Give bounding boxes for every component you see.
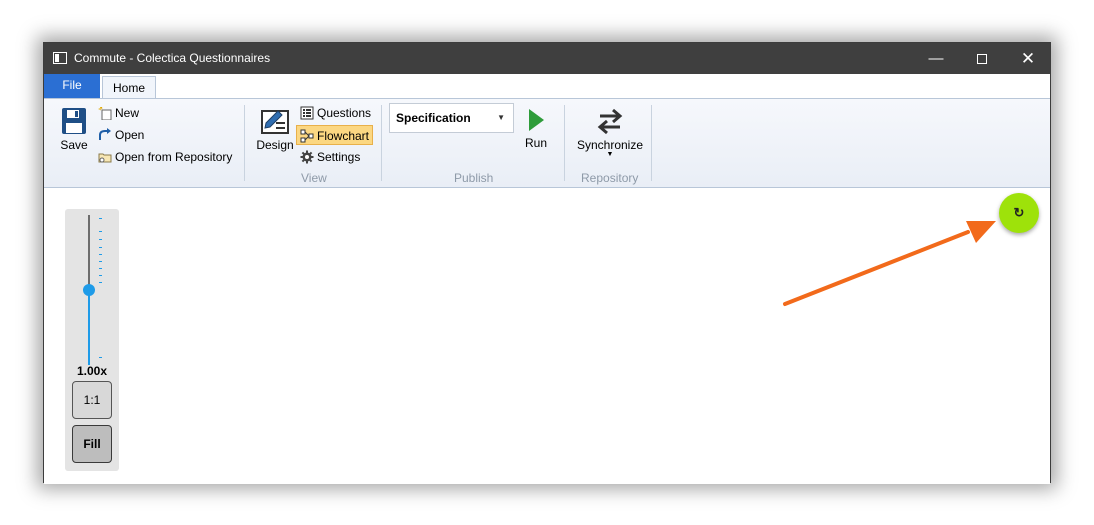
window-title: Commute - Colectica Questionnaires (74, 51, 271, 65)
refresh-button[interactable]: ↻ (999, 193, 1039, 233)
floppy-disk-icon (62, 108, 86, 134)
new-document-icon (98, 107, 112, 120)
refresh-icon: ↻ (1013, 205, 1025, 220)
synchronize-label: Synchronize (576, 138, 644, 152)
chevron-down-icon: ▼ (606, 151, 614, 158)
open-button[interactable]: Open (98, 125, 144, 145)
repository-group-label: Repository (581, 171, 639, 185)
zoom-tick (99, 218, 102, 219)
close-button[interactable]: ✕ (1005, 43, 1051, 74)
tab-home[interactable]: Home (102, 76, 156, 99)
zoom-tick (99, 282, 102, 283)
sync-arrows-icon (597, 108, 623, 135)
publish-format-value: Specification (396, 111, 471, 125)
zoom-tick (99, 254, 102, 255)
gear-icon (300, 150, 314, 164)
flowchart-canvas[interactable]: 1.00x 1:1 Fill ↻ (44, 189, 1050, 484)
zoom-tick (99, 357, 102, 358)
repository-folder-icon (98, 153, 112, 163)
open-arrow-icon (99, 128, 111, 140)
publish-group-label: Publish (454, 171, 494, 185)
group-separator (651, 105, 652, 181)
open-from-repository-button[interactable]: Open from Repository (98, 147, 232, 167)
play-icon (529, 109, 544, 131)
questions-list-icon (300, 106, 314, 120)
group-separator (244, 105, 245, 181)
ribbon-tabs: File Home (44, 74, 1050, 99)
new-label: New (115, 106, 140, 120)
zoom-tick (99, 261, 102, 262)
group-separator (564, 105, 565, 181)
synchronize-button[interactable]: Synchronize ▼ (574, 107, 646, 158)
zoom-slider-fill (88, 290, 90, 365)
title-bar: Commute - Colectica Questionnaires — ✕ (44, 43, 1050, 74)
ribbon: Save New Open Open from Repository Desig… (44, 98, 1050, 188)
questions-label: Questions (317, 106, 372, 120)
design-icon (261, 110, 289, 134)
questions-button[interactable]: Questions (300, 103, 371, 123)
open-label: Open (115, 128, 145, 142)
settings-button[interactable]: Settings (300, 147, 360, 167)
new-button[interactable]: New (98, 103, 139, 123)
zoom-slider-thumb[interactable] (83, 284, 95, 296)
zoom-tick (99, 275, 102, 276)
zoom-tick (99, 231, 102, 232)
zoom-one-to-one-button[interactable]: 1:1 (72, 381, 112, 419)
flowchart-icon (300, 129, 314, 143)
tab-file[interactable]: File (44, 74, 100, 98)
save-button[interactable]: Save (58, 107, 90, 152)
app-icon (53, 52, 67, 64)
run-button[interactable]: Run (522, 107, 550, 150)
zoom-fill-button[interactable]: Fill (72, 425, 112, 463)
app-window: Commute - Colectica Questionnaires — ✕ F… (43, 42, 1051, 484)
maximize-button[interactable] (959, 43, 1005, 74)
zoom-tick (99, 268, 102, 269)
maximize-icon (977, 54, 987, 65)
open-from-repository-label: Open from Repository (115, 150, 233, 164)
run-label: Run (524, 136, 547, 150)
zoom-level-readout: 1.00x (76, 364, 108, 378)
zoom-tick (99, 239, 102, 240)
design-label: Design (256, 138, 294, 152)
publish-format-select[interactable]: Specification ▼ (389, 103, 514, 133)
flowchart-button[interactable]: Flowchart (296, 125, 374, 145)
zoom-panel: 1.00x 1:1 Fill (65, 209, 119, 471)
group-separator (381, 105, 382, 181)
design-button[interactable]: Design (255, 107, 295, 152)
save-label: Save (60, 138, 88, 152)
view-group-label: View (301, 171, 327, 185)
settings-label: Settings (317, 150, 361, 164)
minimize-button[interactable]: — (913, 43, 959, 74)
chevron-down-icon: ▼ (497, 113, 505, 122)
flowchart-label: Flowchart (317, 129, 370, 143)
zoom-tick (99, 247, 102, 248)
